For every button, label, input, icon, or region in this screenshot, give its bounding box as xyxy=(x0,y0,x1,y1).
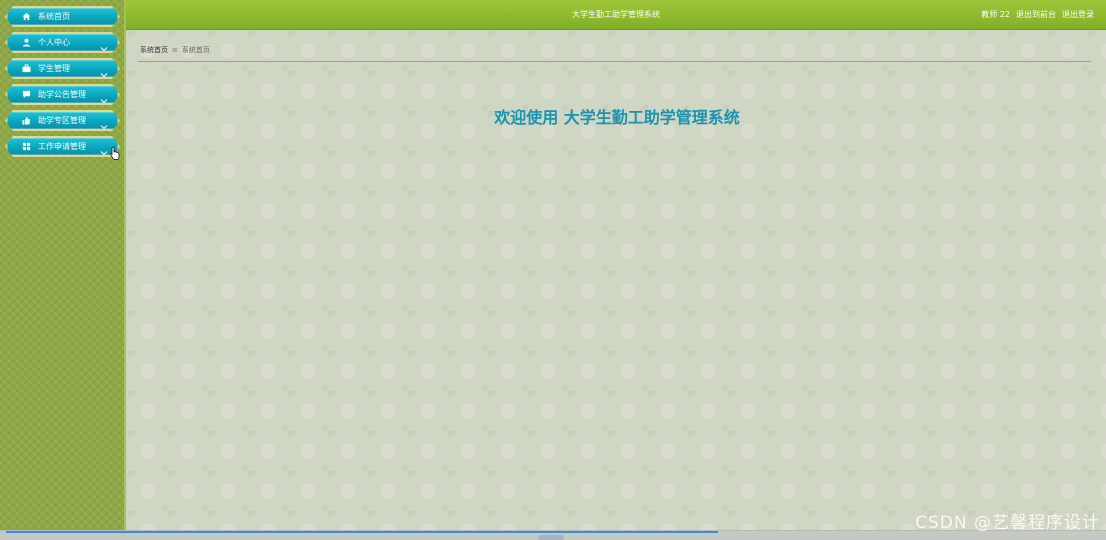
breadcrumb-home[interactable]: 系统首页 xyxy=(140,45,168,55)
home-icon xyxy=(21,12,31,22)
chevron-down-icon xyxy=(100,90,108,98)
user-icon xyxy=(21,38,31,48)
grid-icon xyxy=(21,142,31,152)
chevron-down-icon xyxy=(100,38,108,46)
sidebar-item-job-applications[interactable]: 工作申请管理 xyxy=(5,136,120,157)
logout-link[interactable]: 退出登录 xyxy=(1062,9,1094,20)
briefcase-icon xyxy=(21,64,31,74)
sidebar-item-label: 工作申请管理 xyxy=(38,142,86,151)
top-header: 大学生勤工助学管理系统 教师 22 退出到前台 退出登录 xyxy=(126,0,1106,30)
welcome-heading: 欢迎使用 大学生勤工助学管理系统 xyxy=(494,108,740,127)
main-content: 系统首页 ≡ 系统首页 欢迎使用 大学生勤工助学管理系统 xyxy=(128,31,1106,531)
thumbs-up-icon xyxy=(21,116,31,126)
top-links: 教师 22 退出到前台 退出登录 xyxy=(981,9,1094,20)
front-page-link[interactable]: 退出到前台 xyxy=(1016,9,1056,20)
sidebar-item-label: 学生管理 xyxy=(38,64,70,73)
sidebar-item-home[interactable]: 系统首页 xyxy=(5,6,120,27)
scroll-thumb[interactable] xyxy=(538,535,564,540)
breadcrumb: 系统首页 ≡ 系统首页 xyxy=(140,45,210,55)
chevron-down-icon xyxy=(100,116,108,124)
breadcrumb-separator: ≡ xyxy=(172,46,178,54)
sidebar-item-aid-zone[interactable]: 助学专区管理 xyxy=(5,110,120,131)
sidebar-item-personal-center[interactable]: 个人中心 xyxy=(5,32,120,53)
chevron-down-icon xyxy=(100,142,108,150)
divider xyxy=(138,61,1091,62)
breadcrumb-current: 系统首页 xyxy=(181,46,210,54)
sidebar-item-label: 系统首页 xyxy=(38,12,70,21)
sidebar: 系统首页 个人中心 学生管理 助学公告管理 助学专区管理 工作申请管理 xyxy=(0,0,126,540)
chevron-down-icon xyxy=(100,64,108,72)
sidebar-item-students[interactable]: 学生管理 xyxy=(5,58,120,79)
hand-cursor-icon xyxy=(110,145,120,160)
sidebar-item-label: 个人中心 xyxy=(38,38,70,47)
app-title: 大学生勤工助学管理系统 xyxy=(572,10,660,19)
sidebar-item-label: 助学公告管理 xyxy=(38,90,86,99)
watermark: CSDN @艺馨程序设计 xyxy=(915,513,1100,533)
chat-icon xyxy=(21,90,31,100)
user-label: 教师 22 xyxy=(981,10,1010,19)
scroll-progress xyxy=(6,531,718,533)
sidebar-item-label: 助学专区管理 xyxy=(38,116,86,125)
sidebar-item-announcements[interactable]: 助学公告管理 xyxy=(5,84,120,105)
